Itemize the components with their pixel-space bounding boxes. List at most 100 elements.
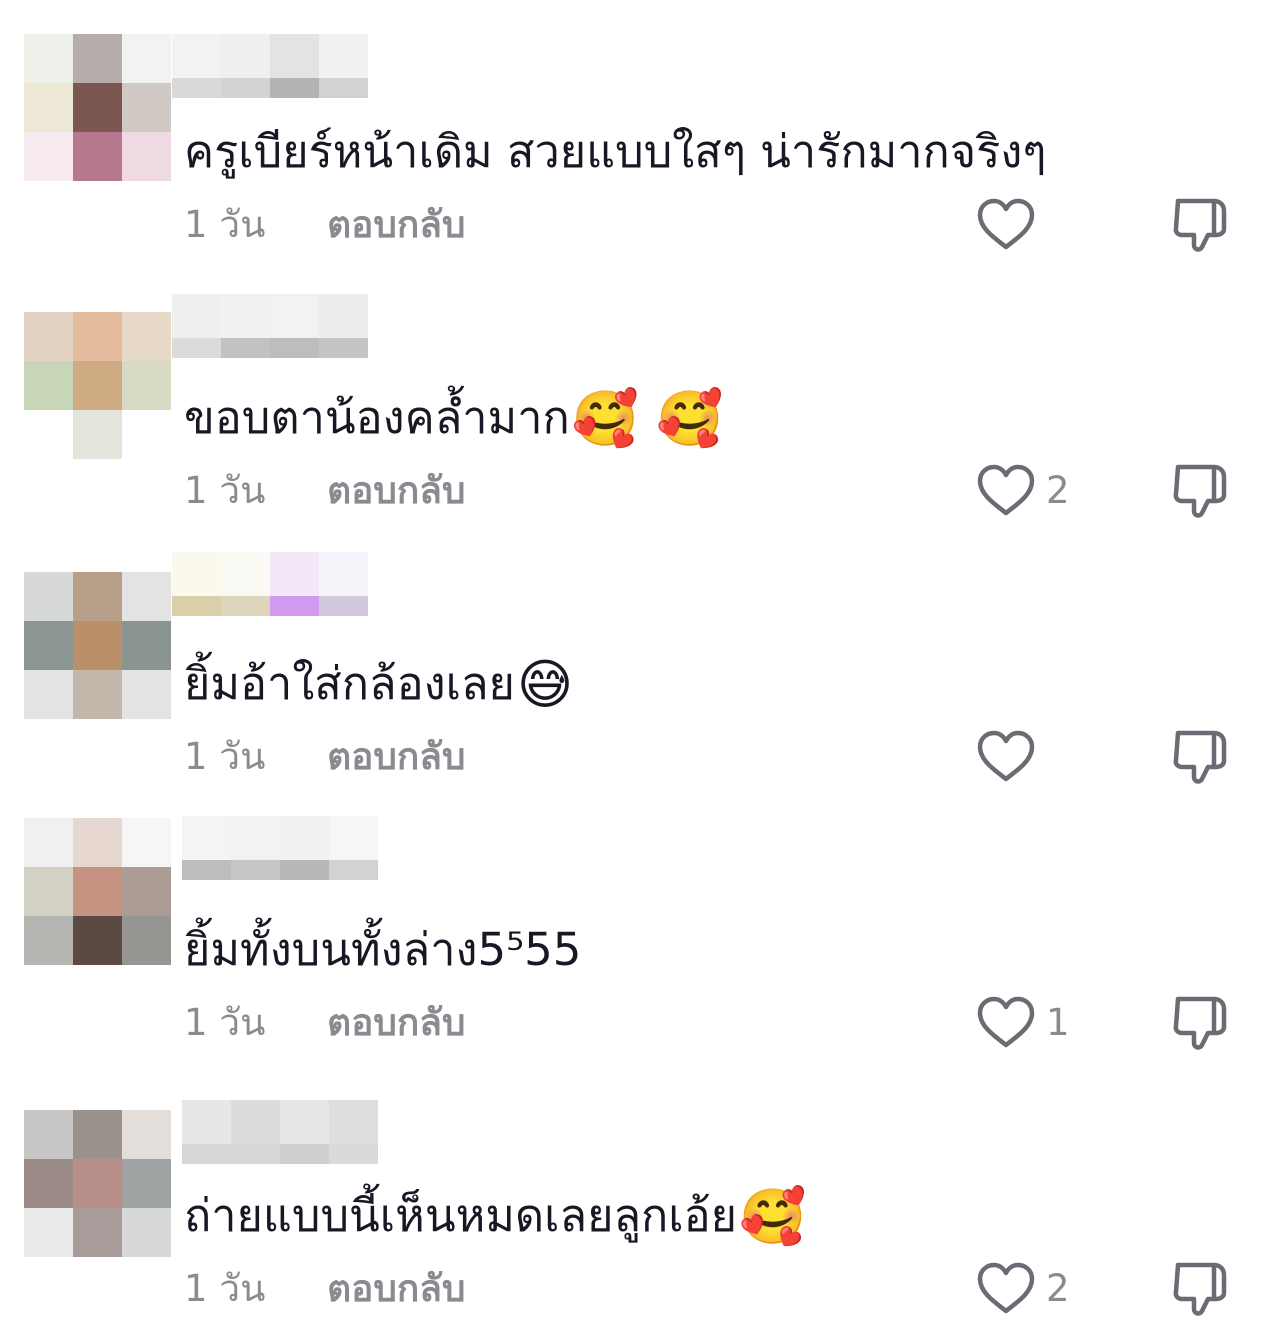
avatar-pixel	[73, 410, 122, 459]
reply-button[interactable]: ตอบกลับ	[327, 1264, 465, 1314]
username-pixel	[270, 78, 319, 98]
avatar-pixel	[73, 818, 122, 867]
username-pixel	[221, 338, 270, 358]
username-pixel	[280, 860, 329, 880]
thumbs-down-icon	[1173, 1262, 1227, 1316]
dislike-button[interactable]	[1170, 1259, 1230, 1319]
comment-item: ขอบตาน้องคล้ำมาก🥰 🥰 1 วัน ตอบกลับ 2	[0, 266, 1280, 532]
username-pixel	[270, 34, 319, 78]
avatar-pixel	[73, 572, 122, 621]
username-pixel	[182, 1100, 231, 1144]
username-pixel	[221, 78, 270, 98]
like-button[interactable]: 2	[976, 1259, 1070, 1319]
avatar-pixel	[24, 132, 73, 181]
username-pixel	[182, 1144, 231, 1164]
username-blurred[interactable]	[172, 34, 368, 98]
like-count: 2	[1046, 1267, 1070, 1310]
thumbs-down-icon	[1173, 198, 1227, 252]
avatar[interactable]	[24, 312, 171, 459]
username-pixel	[319, 34, 368, 78]
avatar[interactable]	[24, 572, 171, 719]
avatar-pixel	[73, 1208, 122, 1257]
avatar-pixel	[122, 867, 171, 916]
comment-meta: 1 วัน ตอบกลับ	[184, 466, 465, 516]
avatar-pixel	[122, 34, 171, 83]
username-blurred[interactable]	[172, 552, 368, 616]
username-pixel	[231, 1144, 280, 1164]
username-pixel	[270, 596, 319, 616]
avatar[interactable]	[24, 1110, 171, 1257]
comment-text: ครูเบียร์หน้าเดิม สวยแบบใสๆ น่ารักมากจริ…	[184, 122, 1048, 182]
username-blurred[interactable]	[182, 1100, 378, 1164]
dislike-button[interactable]	[1170, 993, 1230, 1053]
reply-button[interactable]: ตอบกลับ	[327, 998, 465, 1048]
like-button[interactable]	[976, 195, 1046, 255]
username-pixel	[280, 1100, 329, 1144]
username-blurred[interactable]	[172, 294, 368, 358]
username-pixel	[172, 338, 221, 358]
username-pixel	[182, 860, 231, 880]
reply-button[interactable]: ตอบกลับ	[327, 466, 465, 516]
avatar-pixel	[122, 1159, 171, 1208]
comment-item: ถ่ายแบบนี้เห็นหมดเลยลูกเอ้ย🥰 1 วัน ตอบกล…	[0, 1064, 1280, 1330]
comment-meta: 1 วัน ตอบกลับ	[184, 200, 465, 250]
username-pixel	[221, 294, 270, 338]
username-pixel	[319, 552, 368, 596]
avatar-pixel	[24, 670, 73, 719]
username-pixel	[182, 816, 231, 860]
emoji: 😅	[516, 653, 574, 716]
emoji: 🥰 🥰	[571, 387, 724, 450]
reply-button[interactable]: ตอบกลับ	[327, 200, 465, 250]
avatar-pixel	[73, 1159, 122, 1208]
username-pixel	[231, 860, 280, 880]
avatar-pixel	[73, 916, 122, 965]
avatar-pixel	[24, 621, 73, 670]
avatar-pixel	[122, 361, 171, 410]
username-pixel	[319, 294, 368, 338]
username-pixel	[319, 338, 368, 358]
heart-icon	[977, 996, 1035, 1048]
reply-button[interactable]: ตอบกลับ	[327, 732, 465, 782]
comment-time: 1 วัน	[184, 735, 266, 778]
heart-icon	[977, 730, 1035, 782]
avatar-pixel	[24, 572, 73, 621]
comment-time: 1 วัน	[184, 1267, 266, 1310]
like-button[interactable]	[976, 727, 1046, 787]
dislike-button[interactable]	[1170, 195, 1230, 255]
avatar[interactable]	[24, 818, 171, 965]
avatar-pixel	[122, 670, 171, 719]
avatar-pixel	[24, 83, 73, 132]
username-pixel	[329, 1144, 378, 1164]
thumbs-down-icon	[1173, 996, 1227, 1050]
username-pixel	[231, 1100, 280, 1144]
username-pixel	[329, 860, 378, 880]
username-pixel	[231, 816, 280, 860]
username-pixel	[329, 1100, 378, 1144]
username-pixel	[270, 338, 319, 358]
like-count: 2	[1046, 469, 1070, 512]
comment-text-content: ยิ้มทั้งบนทั้งล่าง5⁵55	[184, 923, 582, 976]
username-pixel	[280, 816, 329, 860]
username-pixel	[270, 552, 319, 596]
emoji: 🥰	[739, 1185, 807, 1248]
comment-text: ขอบตาน้องคล้ำมาก🥰 🥰	[184, 388, 723, 449]
like-button[interactable]: 1	[976, 993, 1070, 1053]
comment-text: ยิ้มอ้าใส่กล้องเลย😅	[184, 654, 573, 715]
dislike-button[interactable]	[1170, 727, 1230, 787]
avatar-pixel	[122, 1208, 171, 1257]
heart-icon	[977, 1262, 1035, 1314]
avatar-pixel	[122, 132, 171, 181]
comment-text-content: ถ่ายแบบนี้เห็นหมดเลยลูกเอ้ย	[184, 1189, 738, 1242]
avatar[interactable]	[24, 34, 171, 181]
username-pixel	[221, 552, 270, 596]
dislike-button[interactable]	[1170, 461, 1230, 521]
comment-meta: 1 วัน ตอบกลับ	[184, 732, 465, 782]
username-blurred[interactable]	[182, 816, 378, 880]
heart-icon	[977, 198, 1035, 250]
comment-time: 1 วัน	[184, 203, 266, 246]
username-pixel	[319, 78, 368, 98]
comment-text: ถ่ายแบบนี้เห็นหมดเลยลูกเอ้ย🥰	[184, 1186, 806, 1247]
avatar-pixel	[122, 410, 171, 459]
like-button[interactable]: 2	[976, 461, 1070, 521]
avatar-pixel	[73, 867, 122, 916]
